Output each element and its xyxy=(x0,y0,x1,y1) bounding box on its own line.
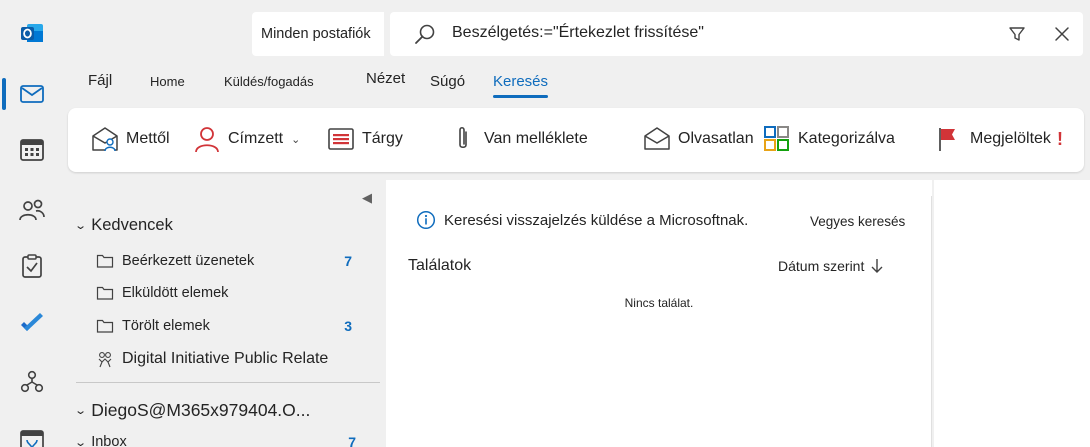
search-box[interactable]: Beszélgetés:="Értekezlet frissítése" xyxy=(390,12,1083,56)
no-results-text: Nincs találat. xyxy=(624,296,694,310)
rail-org-explorer[interactable] xyxy=(0,354,64,410)
feedback-text: Keresési visszajelzés küldése a Microsof… xyxy=(444,211,749,229)
unread-count: 3 xyxy=(344,318,352,334)
categorized-button[interactable]: Kategorizálva xyxy=(762,122,895,156)
from-icon xyxy=(92,127,118,152)
folder-inbox[interactable]: Beérkezett üzenetek 7 xyxy=(96,247,352,275)
to-label: Címzett xyxy=(228,130,284,147)
info-icon xyxy=(416,210,436,230)
favorites-label: Kedvencek xyxy=(91,216,173,234)
flagged-label: Megjelöltek xyxy=(970,130,1051,147)
chevron-down-icon: ⌄ xyxy=(74,405,88,417)
filter-icon[interactable] xyxy=(1008,25,1026,43)
folder-icon xyxy=(96,254,114,268)
search-input[interactable]: Beszélgetés:="Értekezlet frissítése" xyxy=(452,12,704,54)
group-icon xyxy=(98,352,112,368)
has-attachments-button[interactable]: Van melléklete xyxy=(448,122,588,156)
paperclip-icon xyxy=(459,126,467,149)
flagged-button[interactable]: Megjelöltek ! xyxy=(934,122,1063,156)
sort-label: Dátum szerint xyxy=(778,258,865,274)
search-icon[interactable] xyxy=(414,23,436,45)
search-feedback-link[interactable]: Keresési visszajelzés küldése a Microsof… xyxy=(416,210,748,230)
folder-label: Törölt elemek xyxy=(122,318,210,334)
unread-label: Olvasatlan xyxy=(678,130,754,147)
categorized-label: Kategorizálva xyxy=(798,130,895,147)
folder-icon xyxy=(96,286,114,300)
account-label: DiegoS@M365x979404.O... xyxy=(91,400,311,420)
account-header[interactable]: ⌄ DiegoS@M365x979404.O... xyxy=(74,400,311,421)
from-label: Mettől xyxy=(126,130,170,147)
org-explorer-icon xyxy=(20,370,44,393)
outlook-logo xyxy=(0,5,64,61)
collapse-pane-icon[interactable]: ◀ xyxy=(362,190,372,206)
flag-icon xyxy=(939,128,955,151)
person-icon xyxy=(195,127,219,153)
rail-calendar[interactable] xyxy=(0,122,64,178)
mixed-search-link[interactable]: Vegyes keresés xyxy=(810,214,905,229)
inbox-label: Inbox xyxy=(91,434,127,447)
unread-button[interactable]: Olvasatlan xyxy=(642,122,754,156)
tab-view[interactable]: Nézet xyxy=(366,70,405,87)
todo-icon xyxy=(21,313,43,331)
rail-todo[interactable] xyxy=(0,296,64,352)
unread-count: 7 xyxy=(344,253,352,269)
folder-label: Elküldött elemek xyxy=(122,285,229,301)
calendar-icon xyxy=(20,139,44,161)
results-heading: Találatok xyxy=(408,257,472,274)
mail-icon xyxy=(20,85,44,103)
unread-mail-icon xyxy=(644,127,670,150)
tab-search[interactable]: Keresés xyxy=(493,73,549,98)
message-list: Keresési visszajelzés küldése a Microsof… xyxy=(386,180,932,447)
folder-sent[interactable]: Elküldött elemek xyxy=(96,279,352,307)
rail-bookings[interactable] xyxy=(0,412,64,447)
sort-button[interactable]: Dátum szerint xyxy=(778,258,884,274)
tab-help[interactable]: Súgó xyxy=(430,73,465,90)
tab-file[interactable]: Fájl xyxy=(88,72,112,89)
inbox-tree-item[interactable]: ⌄ Inbox 7 xyxy=(74,434,356,447)
to-button[interactable]: Címzett ⌄ xyxy=(192,122,300,156)
favorites-header[interactable]: ⌄ Kedvencek xyxy=(74,216,173,235)
folder-icon xyxy=(96,319,114,333)
folder-label: Beérkezett üzenetek xyxy=(122,253,255,269)
subject-label: Tárgy xyxy=(362,130,403,147)
close-icon[interactable] xyxy=(1054,26,1070,42)
tasks-icon xyxy=(22,254,42,278)
tab-home[interactable]: Home xyxy=(150,74,185,89)
chevron-down-icon: ⌄ xyxy=(74,220,88,232)
search-ribbon: Mettől Címzett ⌄ Tárgy Van melléklete Ol… xyxy=(68,108,1084,172)
rail-tasks[interactable] xyxy=(0,238,64,294)
app-rail xyxy=(0,0,64,447)
reading-pane xyxy=(934,180,1090,447)
rail-people[interactable] xyxy=(0,182,64,238)
subject-icon xyxy=(328,128,354,150)
subject-button[interactable]: Tárgy xyxy=(326,122,403,156)
chevron-down-icon[interactable]: ⌄ xyxy=(291,133,300,146)
people-icon xyxy=(19,199,45,221)
important-icon: ! xyxy=(1056,128,1063,149)
folder-label: Digital Initiative Public Relate xyxy=(122,350,329,367)
folder-pane: ◀ ⌄ Kedvencek Beérkezett üzenetek 7 Elkü… xyxy=(68,180,384,447)
bookings-icon xyxy=(20,430,44,447)
mailbox-scope-dropdown[interactable]: Minden postafiók xyxy=(252,12,384,56)
rail-mail[interactable] xyxy=(0,66,64,122)
arrow-down-icon xyxy=(871,259,883,273)
folder-group[interactable]: Digital Initiative Public Relate xyxy=(96,345,352,373)
has-attachments-label: Van melléklete xyxy=(484,130,588,147)
folder-deleted[interactable]: Törölt elemek 3 xyxy=(96,312,352,340)
tab-send-receive[interactable]: Küldés/fogadás xyxy=(224,74,314,89)
categorize-icon xyxy=(764,126,789,151)
divider xyxy=(76,382,380,383)
from-button[interactable]: Mettől xyxy=(90,122,170,156)
chevron-down-icon: ⌄ xyxy=(74,436,88,447)
unread-count: 7 xyxy=(348,434,356,447)
outlook-logo-icon xyxy=(21,24,43,42)
